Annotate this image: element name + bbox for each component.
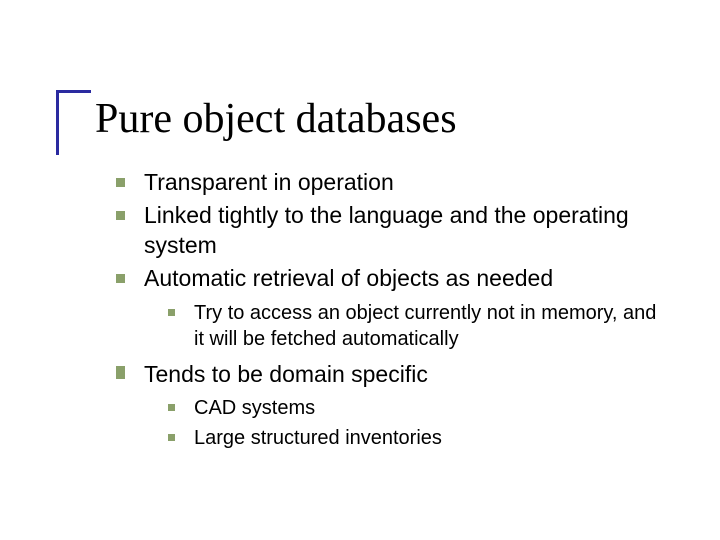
slide-title: Pure object databases — [95, 95, 457, 143]
bullet-list-level1: Transparent in operation Linked tightly … — [110, 168, 660, 451]
bullet-item: Transparent in operation — [110, 168, 660, 197]
bullet-text: Try to access an object currently not in… — [194, 302, 656, 350]
title-accent-rule — [56, 90, 91, 155]
bullet-text: CAD systems — [194, 397, 315, 419]
slide: Pure object databases Transparent in ope… — [0, 0, 720, 540]
bullet-subitem: Try to access an object currently not in… — [164, 300, 660, 352]
slide-body: Transparent in operation Linked tightly … — [110, 168, 660, 455]
bullet-item: Automatic retrieval of objects as needed… — [110, 264, 660, 351]
bullet-list-level2: Try to access an object currently not in… — [144, 300, 660, 352]
bullet-text: Transparent in operation — [144, 169, 394, 195]
bullet-list-level2: CAD systems Large structured inventories — [144, 395, 660, 451]
bullet-text: Tends to be domain specific — [144, 361, 428, 387]
bullet-text: Automatic retrieval of objects as needed — [144, 265, 553, 291]
bullet-subitem: Large structured inventories — [164, 425, 660, 451]
bullet-text: Linked tightly to the language and the o… — [144, 202, 629, 257]
bullet-text: Large structured inventories — [194, 427, 442, 449]
bullet-item: Tends to be domain specific CAD systems … — [110, 360, 660, 451]
bullet-subitem: CAD systems — [164, 395, 660, 421]
title-container: Pure object databases — [95, 95, 457, 143]
bullet-item: Linked tightly to the language and the o… — [110, 201, 660, 260]
